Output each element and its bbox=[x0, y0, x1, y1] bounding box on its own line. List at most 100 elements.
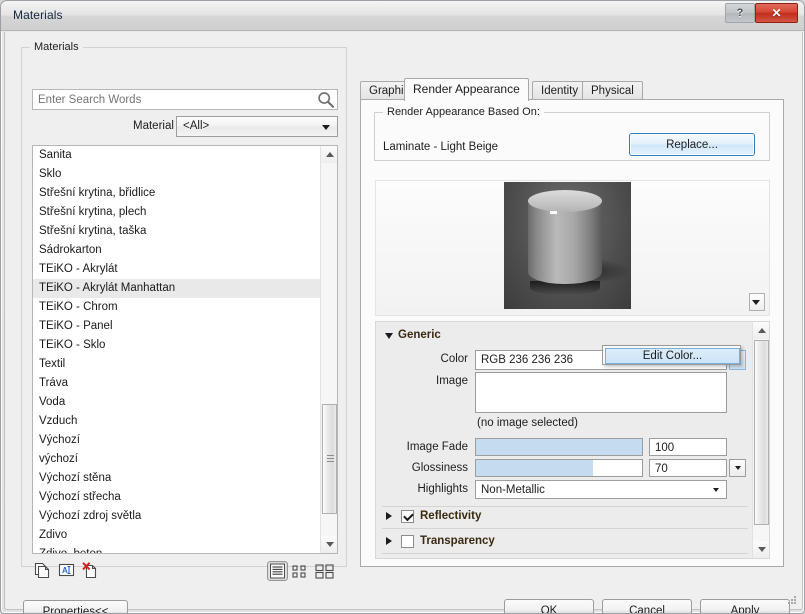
section-divider bbox=[382, 553, 748, 554]
tab-panel-render-appearance: Render Appearance Based On: Laminate - L… bbox=[360, 99, 784, 567]
materials-dialog: Materials ? ✕ Materials Material Class: … bbox=[0, 0, 805, 614]
apply-button[interactable]: Apply bbox=[700, 599, 790, 613]
scrollbar-grip bbox=[327, 455, 334, 463]
menu-item-edit-color[interactable]: Edit Color... bbox=[605, 348, 740, 364]
properties-scrollbar[interactable] bbox=[752, 322, 769, 558]
view-large-icons-icon[interactable] bbox=[315, 564, 335, 579]
search-icon[interactable] bbox=[317, 91, 335, 108]
list-item[interactable]: Voda bbox=[33, 393, 321, 412]
list-item[interactable]: Střešní krytina, plech bbox=[33, 203, 321, 222]
scroll-up-button[interactable] bbox=[321, 146, 337, 163]
transparency-section-title[interactable]: Transparency bbox=[420, 535, 495, 547]
materials-list-items: Sanita Sklo Střešní krytina, břidlice Střeš… bbox=[33, 146, 321, 553]
highlights-value: Non-Metallic bbox=[481, 484, 545, 496]
search-input[interactable] bbox=[32, 89, 338, 110]
replace-button[interactable]: Replace... bbox=[629, 133, 755, 156]
list-item[interactable]: Výchozí střecha bbox=[33, 488, 321, 507]
list-item[interactable]: Sklo bbox=[33, 165, 321, 184]
triangle-down-icon bbox=[757, 547, 766, 552]
list-item[interactable]: TEiKO - Panel bbox=[33, 317, 321, 336]
cancel-button[interactable]: Cancel bbox=[602, 599, 692, 613]
triangle-up-icon bbox=[757, 328, 766, 333]
preview-highlight bbox=[550, 211, 557, 214]
scroll-up-button[interactable] bbox=[753, 322, 769, 339]
glossiness-slider[interactable] bbox=[475, 459, 643, 477]
material-class-value: <All> bbox=[183, 120, 210, 132]
list-item[interactable]: TEiKO - Sklo bbox=[33, 336, 321, 355]
preview-options-dropdown[interactable] bbox=[749, 293, 765, 311]
chevron-down-icon bbox=[322, 124, 330, 130]
tab-strip: Graphics Render Appearance Identity Phys… bbox=[360, 78, 784, 101]
based-on-value: Laminate - Light Beige bbox=[383, 141, 499, 153]
title-bar[interactable]: Materials ? ✕ bbox=[1, 1, 804, 31]
materials-list[interactable]: Sanita Sklo Střešní krytina, břidlice Střeš… bbox=[32, 145, 338, 554]
scroll-down-button[interactable] bbox=[753, 541, 769, 558]
tab-physical[interactable]: Physical bbox=[582, 81, 643, 100]
materials-list-scrollbar[interactable] bbox=[320, 146, 337, 553]
list-item[interactable]: Zdivo bbox=[33, 526, 321, 545]
reflectivity-section-title[interactable]: Reflectivity bbox=[420, 510, 481, 522]
dialog-body: Materials Material Class: <All> SanitaSk… bbox=[4, 32, 803, 613]
section-divider bbox=[382, 506, 748, 507]
scrollbar-thumb[interactable] bbox=[754, 340, 769, 525]
glossiness-value-field[interactable]: 70 bbox=[649, 459, 727, 477]
image-label: Image bbox=[436, 375, 468, 387]
scroll-down-button[interactable] bbox=[321, 536, 337, 553]
duplicate-material-icon[interactable] bbox=[34, 562, 51, 579]
list-item[interactable]: Vzduch bbox=[33, 412, 321, 431]
list-item[interactable]: výchozí bbox=[33, 450, 321, 469]
image-fade-value: 100 bbox=[655, 442, 675, 454]
list-item[interactable]: Výchozí zdroj světla bbox=[33, 507, 321, 526]
generic-section-title[interactable]: Generic bbox=[398, 329, 441, 341]
view-small-icons-icon[interactable] bbox=[292, 565, 308, 578]
list-item[interactable]: Textil bbox=[33, 355, 321, 374]
view-list-icon[interactable] bbox=[267, 561, 288, 581]
delete-material-icon[interactable] bbox=[82, 562, 99, 579]
preview-cylinder-top bbox=[528, 190, 602, 212]
image-fade-slider[interactable] bbox=[475, 438, 643, 456]
list-item[interactable]: Sádrokarton bbox=[33, 241, 321, 260]
list-item[interactable]: TEiKO - Akrylát Manhattan bbox=[33, 279, 321, 298]
image-fade-value-field[interactable]: 100 bbox=[649, 438, 727, 456]
glossiness-dropdown-button[interactable] bbox=[729, 459, 746, 477]
color-context-menu[interactable]: Edit Color... bbox=[602, 345, 741, 365]
list-item[interactable]: Sanita bbox=[33, 146, 321, 165]
close-button[interactable]: ✕ bbox=[755, 3, 798, 23]
tab-identity[interactable]: Identity bbox=[532, 81, 588, 100]
list-item[interactable]: TEiKO - Chrom bbox=[33, 298, 321, 317]
chevron-down-icon bbox=[734, 466, 741, 470]
highlights-select[interactable]: Non-Metallic bbox=[475, 480, 727, 499]
chevron-down-icon bbox=[713, 487, 719, 492]
image-preview-box[interactable] bbox=[475, 372, 727, 413]
list-item[interactable]: Střešní krytina, taška bbox=[33, 222, 321, 241]
triangle-right-icon[interactable] bbox=[386, 512, 392, 520]
list-item[interactable]: Výchozí stěna bbox=[33, 469, 321, 488]
list-item[interactable]: Zdivo, beton bbox=[33, 545, 321, 553]
glossiness-label: Glossiness bbox=[411, 462, 468, 474]
reflectivity-checkbox[interactable] bbox=[401, 510, 414, 523]
chevron-down-icon bbox=[752, 300, 760, 305]
scrollbar-thumb[interactable] bbox=[322, 404, 337, 514]
list-item[interactable]: Tráva bbox=[33, 374, 321, 393]
transparency-checkbox[interactable] bbox=[401, 535, 414, 548]
properties-toggle-button[interactable]: Properties<< bbox=[23, 600, 128, 613]
list-item[interactable]: TEiKO - Akrylát bbox=[33, 260, 321, 279]
highlights-label: Highlights bbox=[417, 483, 469, 495]
image-fade-slider-fill bbox=[476, 439, 642, 455]
triangle-down-icon[interactable] bbox=[385, 333, 393, 339]
list-item[interactable]: Střešní krytina, břidlice bbox=[33, 184, 321, 203]
image-fade-label: Image Fade bbox=[406, 441, 468, 453]
svg-text:A: A bbox=[62, 566, 68, 575]
rename-material-icon[interactable]: A bbox=[58, 562, 75, 579]
tab-render-appearance[interactable]: Render Appearance bbox=[404, 78, 529, 101]
resize-grip[interactable] bbox=[786, 594, 798, 606]
list-item[interactable]: Výchozí bbox=[33, 431, 321, 450]
triangle-down-icon bbox=[325, 542, 334, 547]
triangle-right-icon[interactable] bbox=[386, 537, 392, 545]
help-button[interactable]: ? bbox=[725, 3, 755, 23]
ok-button[interactable]: OK bbox=[504, 599, 594, 613]
window-title: Materials bbox=[13, 8, 63, 22]
material-class-select[interactable]: <All> bbox=[176, 116, 338, 137]
preview-cylinder-body bbox=[528, 200, 602, 284]
section-divider bbox=[382, 528, 748, 529]
